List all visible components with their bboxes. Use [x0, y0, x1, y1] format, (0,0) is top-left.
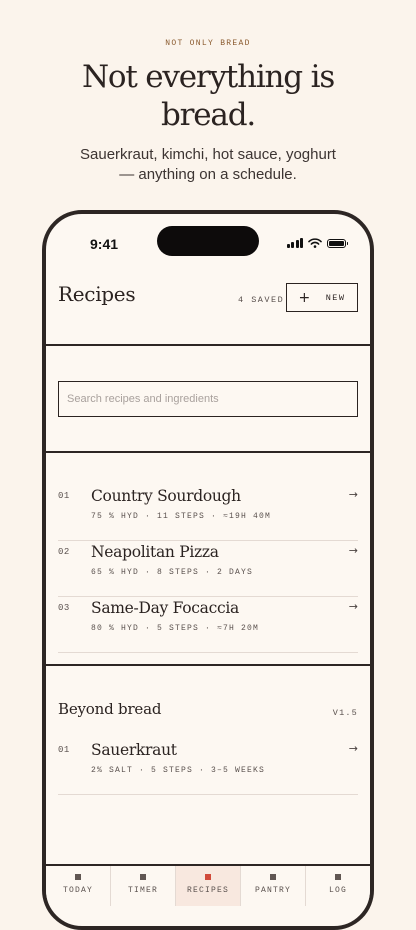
recipe-name: Same-Day Focaccia: [91, 599, 239, 617]
tab-pantry-icon: [270, 874, 276, 880]
eyebrow-label: NOT ONLY BREAD: [165, 39, 251, 48]
arrow-right-icon: →: [348, 544, 358, 557]
hero-subtitle-line-2: — anything on a schedule.: [119, 166, 297, 183]
section-divider: [46, 451, 370, 453]
hero-title: Not everything is bread.: [0, 58, 416, 134]
recipe-meta: 80 % HYD · 5 STEPS · ≈7H 20M: [91, 624, 260, 633]
recipe-row[interactable]: 02 Neapolitan Pizza 65 % HYD · 8 STEPS ·…: [58, 541, 358, 597]
hero-subtitle: Sauerkraut, kimchi, hot sauce, yoghurt —…: [40, 145, 376, 185]
hero-title-line-1: Not everything is: [81, 59, 335, 95]
tab-pantry[interactable]: PANTRY: [241, 866, 306, 906]
tab-log-icon: [335, 874, 341, 880]
tab-label: TIMER: [127, 886, 158, 895]
page-title: Recipes: [58, 282, 136, 306]
search-input[interactable]: [58, 381, 358, 417]
tab-today-icon: [75, 874, 81, 880]
phone-frame: 9:41 Recipes 4 SAVED + NEW 01 Country So…: [42, 210, 374, 930]
tab-label: PANTRY: [254, 886, 291, 895]
tab-recipes[interactable]: RECIPES: [176, 866, 241, 906]
tab-label: TODAY: [62, 886, 93, 895]
recipe-meta: 75 % HYD · 11 STEPS · ≈19H 40M: [91, 512, 272, 521]
section-divider: [46, 664, 370, 666]
hero-title-line-2: bread.: [161, 97, 256, 133]
tab-timer[interactable]: TIMER: [111, 866, 176, 906]
dynamic-island: [157, 226, 259, 256]
tab-today[interactable]: TODAY: [46, 866, 111, 906]
recipe-meta: 2% SALT · 5 STEPS · 3–5 WEEKS: [91, 766, 266, 775]
tab-timer-icon: [140, 874, 146, 880]
arrow-right-icon: →: [348, 600, 358, 613]
recipe-meta: 65 % HYD · 8 STEPS · 2 DAYS: [91, 568, 254, 577]
new-recipe-button[interactable]: + NEW: [286, 283, 358, 312]
new-button-label: NEW: [325, 292, 346, 303]
saved-count: 4 SAVED: [238, 295, 285, 305]
battery-icon: [327, 238, 348, 248]
recipe-name: Sauerkraut: [91, 741, 177, 759]
recipe-number: 03: [58, 603, 70, 613]
beyond-bread-title: Beyond bread: [58, 700, 162, 718]
status-icons: [286, 238, 348, 248]
version-label: V1.5: [332, 708, 358, 718]
arrow-right-icon: →: [348, 742, 358, 755]
signal-icon: [286, 238, 303, 248]
recipe-name: Neapolitan Pizza: [91, 543, 219, 561]
tab-label: RECIPES: [186, 886, 229, 895]
recipe-row[interactable]: 03 Same-Day Focaccia 80 % HYD · 5 STEPS …: [58, 597, 358, 653]
recipe-number: 01: [58, 745, 70, 755]
plus-icon: +: [298, 289, 312, 306]
tab-recipes-icon: [205, 874, 211, 880]
recipe-number: 01: [58, 491, 70, 501]
recipe-row[interactable]: 01 Sauerkraut 2% SALT · 5 STEPS · 3–5 WE…: [58, 739, 358, 795]
recipe-name: Country Sourdough: [91, 487, 241, 505]
arrow-right-icon: →: [348, 488, 358, 501]
tab-log[interactable]: LOG: [306, 866, 370, 906]
section-divider: [46, 344, 370, 346]
wifi-icon: [308, 238, 322, 248]
hero-subtitle-line-1: Sauerkraut, kimchi, hot sauce, yoghurt: [80, 146, 336, 163]
recipe-row[interactable]: 01 Country Sourdough 75 % HYD · 11 STEPS…: [58, 485, 358, 541]
tab-label: LOG: [328, 886, 347, 895]
status-time: 9:41: [90, 236, 119, 252]
recipe-number: 02: [58, 547, 70, 557]
